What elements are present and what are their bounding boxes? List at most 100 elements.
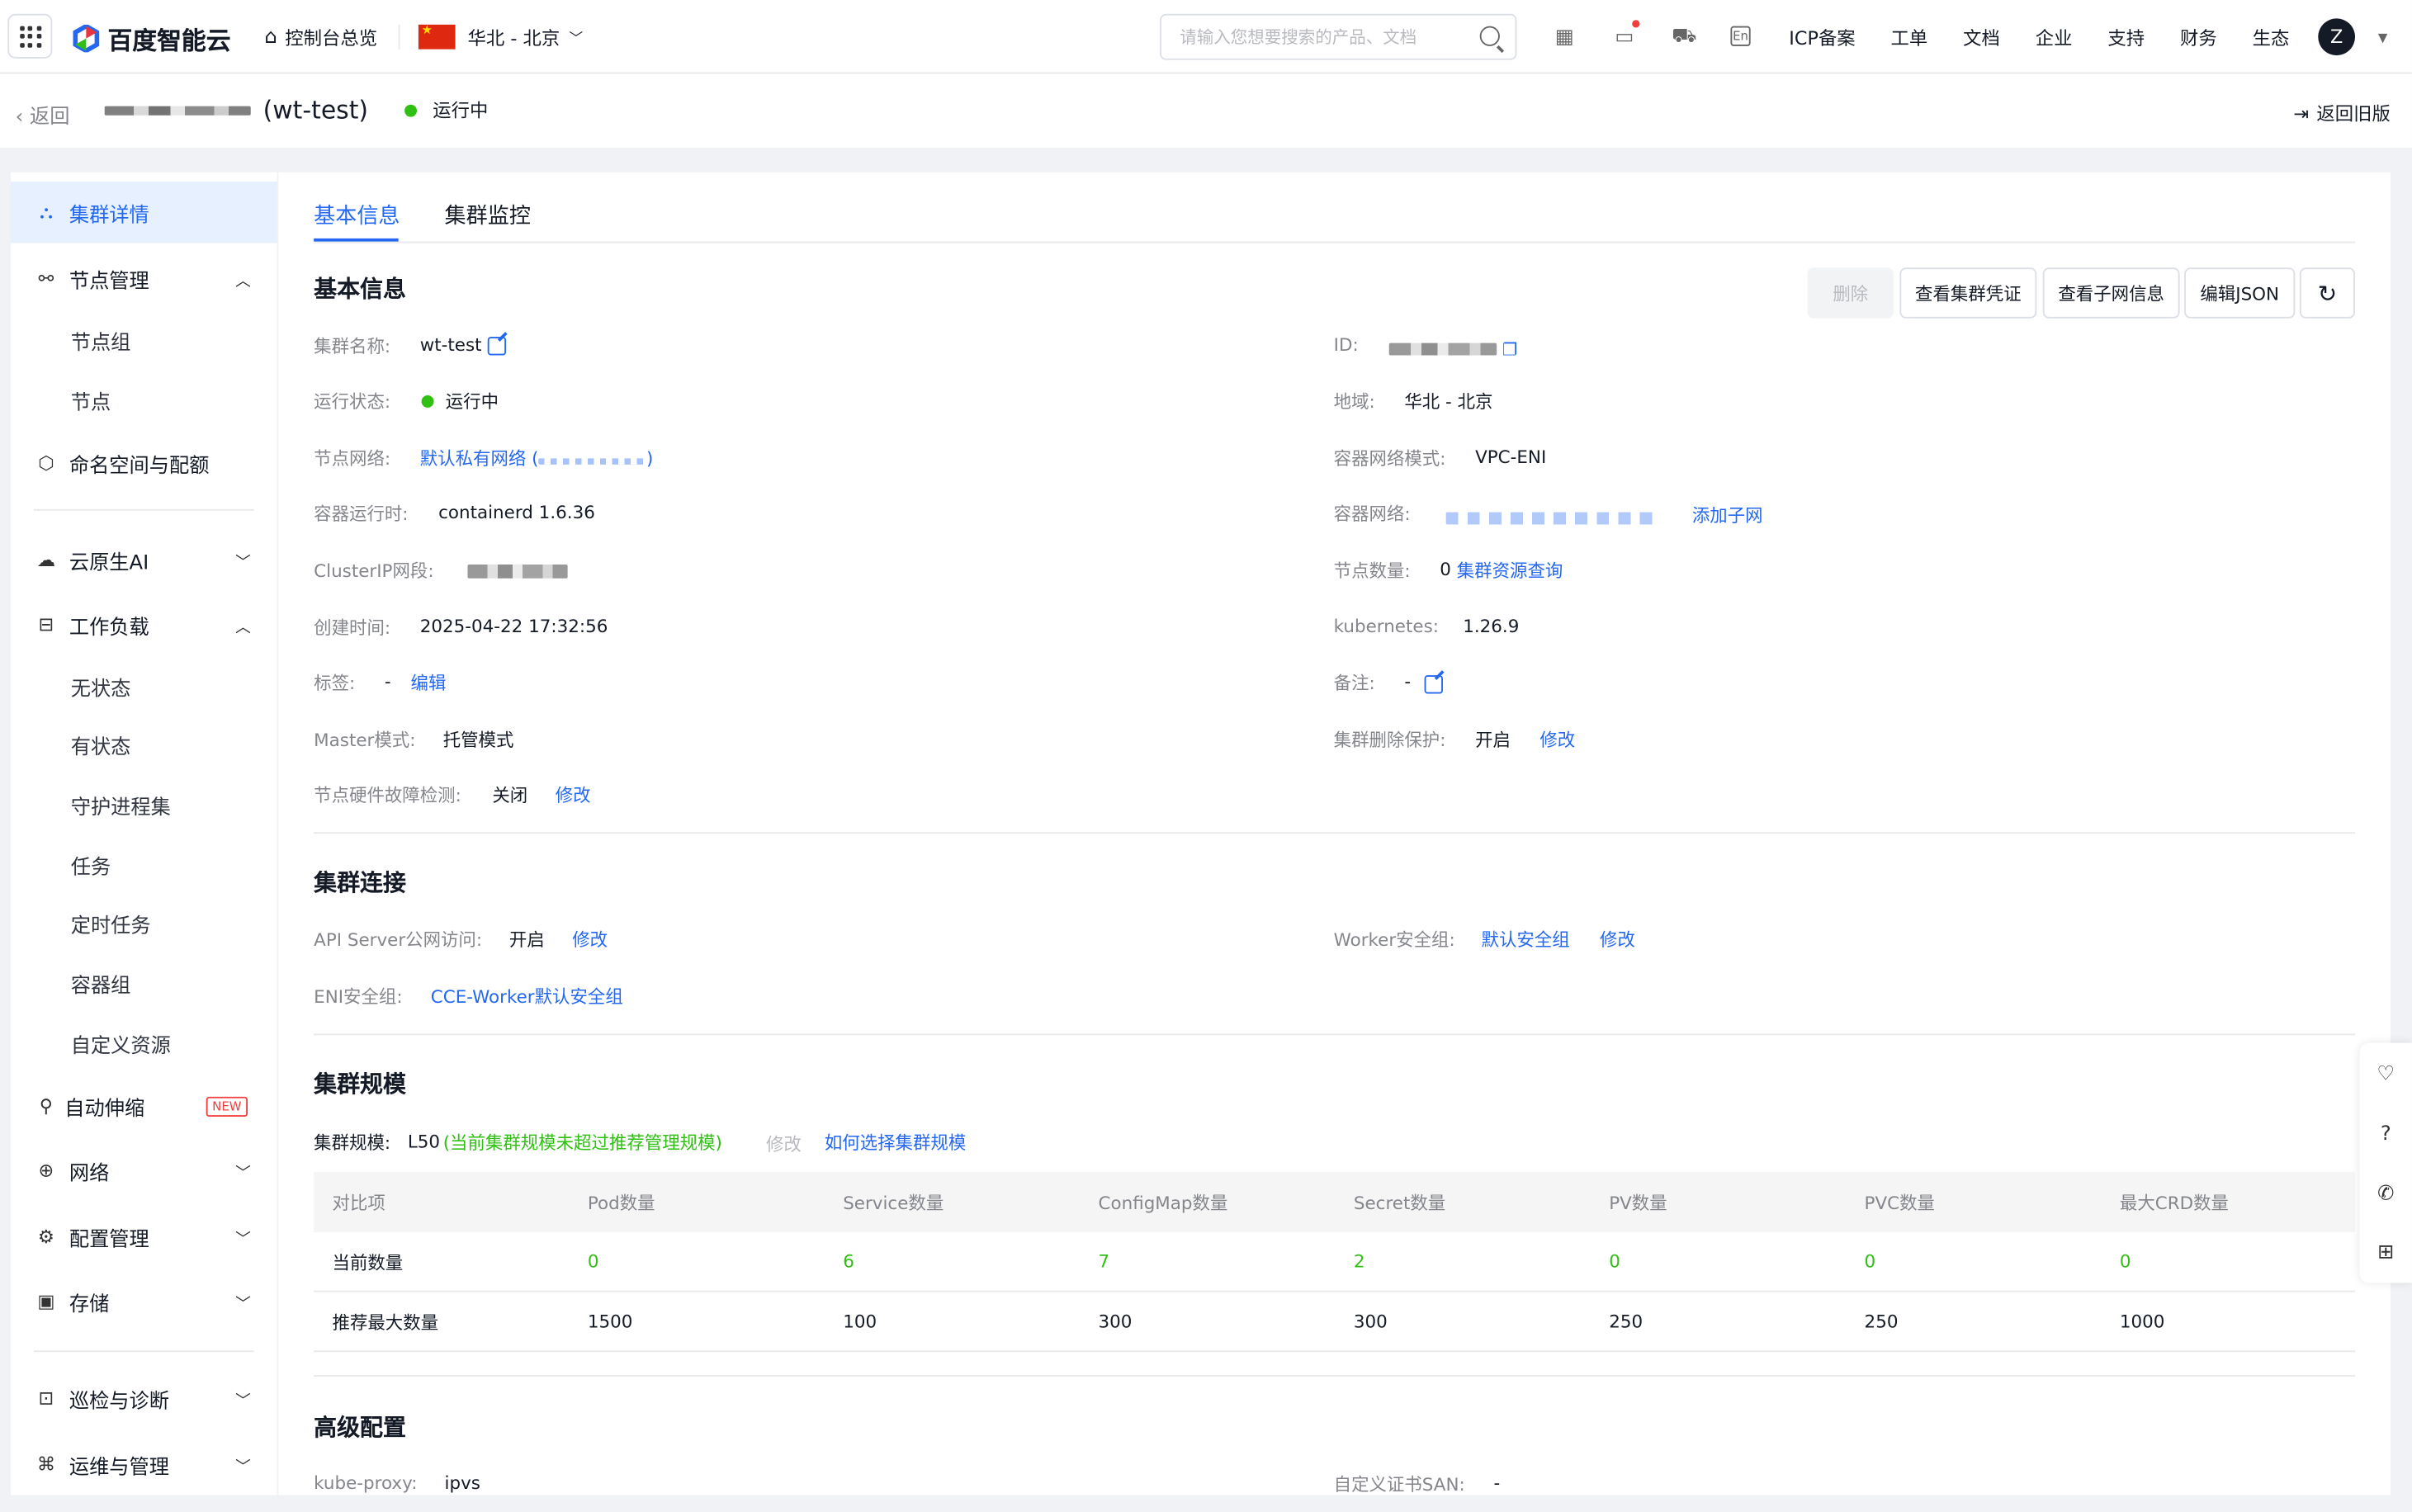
apps-icon[interactable]: ⊞ (2373, 1240, 2398, 1264)
edit-icon[interactable] (1424, 674, 1443, 693)
remark-edit-icon[interactable] (1424, 672, 1443, 693)
edit-icon[interactable] (487, 336, 506, 355)
language-icon[interactable]: En (1730, 26, 1751, 46)
node-net-label: 节点网络: (314, 447, 391, 470)
state-text: 运行中 (445, 390, 499, 413)
sidebar-item-inspect[interactable]: ⊡ 巡检与诊断 ﹀ (11, 1368, 277, 1429)
home-icon: ⌂ (264, 25, 277, 49)
brand-name: 百度智能云 (107, 26, 231, 56)
cluster-name-label: 集群名称: (314, 335, 391, 357)
sidebar-item-cluster-detail[interactable]: ⛬ 集群详情 (11, 181, 277, 243)
sidebar-item-stateless[interactable]: 无状态 (71, 672, 131, 702)
tag-label: 标签: (314, 672, 356, 694)
back-label: 返回 (30, 106, 70, 130)
add-subnet-link[interactable]: 添加子网 (1692, 503, 1763, 527)
caret-down-icon[interactable]: ▼ (2371, 25, 2395, 50)
cart-icon[interactable]: ⛟ (1672, 24, 1696, 50)
protect-edit-link[interactable]: 修改 (1539, 728, 1575, 753)
chevron-left-icon: ‹ (15, 106, 31, 130)
tab-basic-info[interactable]: 基本信息 (314, 200, 400, 230)
cluster-name-text: wt-test (419, 333, 482, 356)
view-credential-button[interactable]: 查看集群凭证 (1899, 267, 2037, 319)
edit-json-button[interactable]: 编辑JSON (2184, 267, 2296, 319)
created-label: 创建时间: (314, 617, 391, 639)
search-placeholder: 请输入您想要搜索的产品、文档 (1180, 27, 1417, 48)
table-cell: 0 (587, 1250, 599, 1273)
sidebar-item-node-group[interactable]: 节点组 (71, 326, 131, 356)
nav-docs[interactable]: 文档 (1963, 24, 2000, 50)
san-value: - (1493, 1472, 1501, 1494)
hw-detect-edit-link[interactable]: 修改 (556, 783, 591, 808)
nav-icp[interactable]: ICP备案 (1789, 24, 1855, 50)
table-cell: 7 (1098, 1250, 1110, 1273)
worker-sg-link[interactable]: 默认安全组 (1482, 928, 1570, 952)
tab-cluster-monitor[interactable]: 集群监控 (445, 200, 531, 230)
chevron-down-icon: ﹀ (235, 1165, 251, 1183)
state-value: 运行中 (421, 390, 499, 414)
sidebar-item-config[interactable]: ⚙ 配置管理 ﹀ (11, 1206, 277, 1268)
scale-edit-link[interactable]: 修改 (766, 1132, 802, 1157)
refresh-icon[interactable]: ↻ (2299, 267, 2356, 319)
sidebar-item-cloud-ai[interactable]: ☁ 云原生AI ﹀ (11, 529, 277, 591)
resource-query-link[interactable]: 集群资源查询 (1457, 559, 1563, 584)
sidebar-item-label: 网络 (69, 1162, 110, 1185)
main-content: 基本信息 集群监控 基本信息 删除 查看集群凭证 查看子网信息 编辑JSON ↻… (278, 172, 2391, 1495)
view-subnet-button[interactable]: 查看子网信息 (2042, 267, 2180, 319)
heart-icon[interactable]: ♡ (2373, 1061, 2398, 1086)
help-icon[interactable]: ? (2373, 1122, 2398, 1146)
sidebar-item-storage[interactable]: ▣ 存储 ﹀ (11, 1270, 277, 1332)
sidebar-item-node-mgmt[interactable]: ⚯ 节点管理 ︿ (11, 248, 277, 309)
tag-value: - (384, 670, 391, 692)
how-to-choose-link[interactable]: 如何选择集群规模 (825, 1131, 966, 1155)
protect-label: 集群删除保护: (1333, 729, 1446, 751)
kube-proxy-label: kube-proxy: (314, 1472, 418, 1494)
eni-sg-link[interactable]: CCE-Worker默认安全组 (431, 985, 623, 1009)
message-icon[interactable]: ▭ (1612, 20, 1640, 50)
table-header-cell: PVC数量 (1864, 1192, 1935, 1214)
sidebar-item-autoscale[interactable]: ⚲ 自动伸缩 NEW (11, 1075, 277, 1137)
sidebar-item-network[interactable]: ⊕ 网络 ﹀ (11, 1140, 277, 1202)
sidebar-item-stateful[interactable]: 有状态 (71, 730, 131, 760)
sidebar-item-daemonset[interactable]: 守护进程集 (71, 791, 171, 820)
copy-icon[interactable]: ❐ (1502, 340, 1517, 360)
api-server-edit-link[interactable]: 修改 (572, 928, 608, 952)
tag-edit-link[interactable]: 编辑 (411, 671, 447, 696)
sidebar-item-crd[interactable]: 自定义资源 (71, 1029, 171, 1058)
nav-enterprise[interactable]: 企业 (2036, 24, 2073, 50)
search-input[interactable]: 请输入您想要搜索的产品、文档 (1160, 13, 1517, 60)
sidebar-item-namespace[interactable]: ⬡ 命名空间与配额 (11, 432, 277, 494)
old-version-label: 返回旧版 (2316, 102, 2391, 125)
nav-support[interactable]: 支持 (2107, 24, 2145, 50)
cluster-id-suffix: (wt-test) (262, 95, 369, 125)
new-badge: NEW (206, 1095, 248, 1117)
worker-sg-label: Worker安全组: (1333, 928, 1455, 951)
worker-sg-edit-link[interactable]: 修改 (1600, 928, 1635, 952)
table-cell: 0 (2119, 1250, 2131, 1273)
console-home-link[interactable]: ⌂ 控制台总览 (265, 0, 378, 73)
qrcode-icon[interactable]: ▦ (1552, 25, 1577, 50)
sidebar-item-job[interactable]: 任务 (71, 851, 111, 880)
nav-ecosystem[interactable]: 生态 (2253, 24, 2290, 50)
table-cell: 1000 (2119, 1310, 2165, 1332)
node-net-link[interactable]: 默认私有网络 () (420, 446, 654, 470)
delete-button[interactable]: 删除 (1807, 267, 1894, 319)
app-grid-icon[interactable] (7, 13, 53, 59)
back-button[interactable]: ‹ 返回 (15, 100, 70, 130)
avatar[interactable]: Z (2318, 18, 2356, 56)
master-value: 托管模式 (442, 729, 514, 751)
chevron-up-icon: ︿ (235, 619, 251, 636)
phone-icon[interactable]: ✆ (2373, 1181, 2398, 1206)
nav-finance[interactable]: 财务 (2180, 24, 2217, 50)
search-icon[interactable] (1479, 26, 1500, 46)
old-version-button[interactable]: ⇥ 返回旧版 (2293, 100, 2391, 126)
sidebar-item-node[interactable]: 节点 (71, 386, 111, 415)
table-header-cell: ConfigMap数量 (1098, 1192, 1228, 1214)
sidebar-item-cronjob[interactable]: 定时任务 (71, 909, 151, 938)
scale-value: L50 (407, 1130, 441, 1152)
region-selector[interactable]: 华北 - 北京 ﹀ (418, 0, 583, 73)
sidebar-item-workload[interactable]: ⊟ 工作负载 ︿ (11, 593, 277, 655)
brand-logo[interactable]: 百度智能云 (73, 20, 231, 57)
nav-ticket[interactable]: 工单 (1891, 24, 1928, 50)
sidebar-item-ops[interactable]: ⌘ 运维与管理 ﹀ (11, 1434, 277, 1495)
sidebar-item-pod[interactable]: 容器组 (71, 969, 131, 999)
